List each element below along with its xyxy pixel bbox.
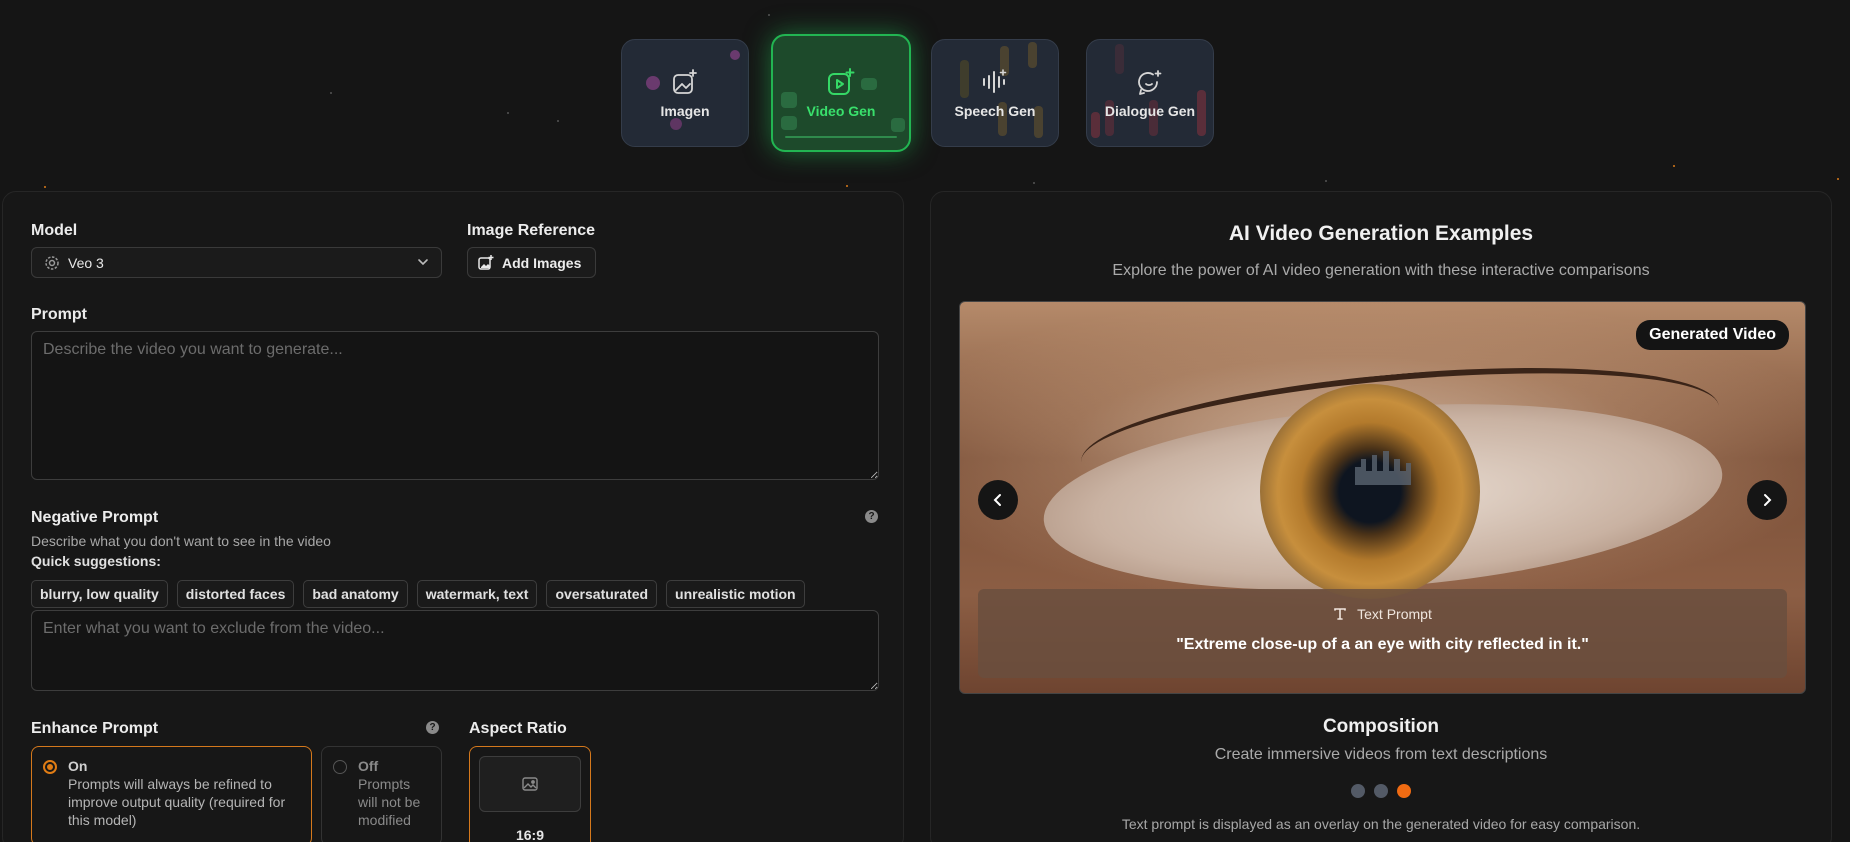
quick-suggestions-label: Quick suggestions: [31, 553, 161, 569]
image-icon [522, 777, 538, 791]
comparison-note: Text prompt is displayed as an overlay o… [1121, 816, 1641, 832]
negative-prompt-input[interactable] [31, 610, 879, 691]
tab-video-gen[interactable]: Video Gen [771, 34, 911, 152]
image-reference-label: Image Reference [467, 222, 596, 239]
progress-line [785, 136, 897, 138]
help-icon[interactable]: ? [865, 510, 878, 523]
radio-selected [43, 760, 57, 774]
decoration [1197, 90, 1206, 136]
background-star [557, 120, 559, 122]
background-star [1837, 178, 1839, 180]
iris [1260, 384, 1480, 599]
examples-panel: AI Video Generation Examples Explore the… [930, 191, 1832, 842]
prompt-overlay: Text Prompt "Extreme close-up of a an ey… [978, 589, 1787, 678]
generated-video-badge: Generated Video [1636, 320, 1789, 350]
chevron-down-icon [417, 255, 429, 271]
tab-label: Imagen [660, 103, 710, 119]
tab-label: Dialogue Gen [1104, 103, 1196, 119]
image-sparkle-icon [670, 67, 700, 97]
chevron-left-icon [991, 493, 1005, 507]
enhance-prompt-label: Enhance Prompt [31, 720, 159, 737]
suggestion-chip[interactable]: bad anatomy [303, 580, 408, 608]
examples-title: AI Video Generation Examples [1228, 222, 1534, 245]
chat-sparkle-icon [1135, 67, 1165, 97]
suggestion-chips: blurry, low quality distorted faces bad … [31, 580, 805, 608]
model-value: Veo 3 [68, 254, 104, 271]
option-title: Off [358, 758, 379, 774]
decoration [1115, 44, 1124, 74]
negative-prompt-label: Negative Prompt [31, 509, 159, 526]
tab-imagen[interactable]: Imagen [621, 39, 749, 147]
decoration [861, 78, 877, 90]
decoration [1028, 42, 1037, 68]
prompt-label: Prompt [31, 306, 87, 323]
background-star [507, 112, 509, 114]
prompt-type-label: Text Prompt [1357, 606, 1432, 622]
tab-speech-gen[interactable]: Speech Gen [931, 39, 1059, 147]
next-slide-button[interactable] [1747, 480, 1787, 520]
add-images-label: Add Images [502, 254, 582, 271]
decoration [960, 60, 969, 98]
decoration [781, 92, 797, 108]
caption-subtitle: Create immersive videos from text descri… [1214, 746, 1548, 763]
negative-prompt-description: Describe what you don't want to see in t… [31, 533, 331, 549]
gear-icon [44, 255, 60, 271]
suggestion-chip[interactable]: oversaturated [546, 580, 658, 608]
model-label: Model [31, 222, 78, 239]
option-description: Prompts will not be modified [358, 776, 421, 828]
slide-dot[interactable] [1374, 784, 1388, 798]
tab-label: Video Gen [806, 103, 876, 119]
aspect-ratio-option[interactable]: 16:9 [469, 746, 591, 842]
suggestion-chip[interactable]: blurry, low quality [31, 580, 168, 608]
prompt-type: Text Prompt [978, 606, 1787, 622]
add-images-button[interactable]: Add Images [467, 247, 596, 278]
video-sparkle-icon [826, 67, 856, 97]
tab-dialogue-gen[interactable]: Dialogue Gen [1086, 39, 1214, 147]
tab-label: Speech Gen [954, 103, 1036, 119]
decoration [646, 76, 660, 90]
option-title: On [68, 758, 88, 774]
examples-subtitle: Explore the power of AI video generation… [1112, 262, 1650, 279]
slide-dot-active[interactable] [1397, 784, 1411, 798]
aspect-ratio-label: Aspect Ratio [469, 720, 567, 737]
suggestion-chip[interactable]: distorted faces [176, 580, 295, 608]
slide-dot[interactable] [1351, 784, 1365, 798]
generation-form-panel: Model Veo 3 Image Reference Add Images P… [2, 191, 904, 842]
decoration [1091, 112, 1100, 138]
suggestion-chip[interactable]: unrealistic motion [666, 580, 805, 608]
background-star [44, 186, 46, 188]
background-star [330, 92, 332, 94]
slide-indicators [931, 784, 1831, 798]
aspect-ratio-value: 16:9 [515, 827, 545, 842]
prompt-input[interactable] [31, 331, 879, 480]
text-type-icon [1333, 607, 1347, 621]
caption-title: Composition [1322, 716, 1440, 737]
city-reflection [1355, 451, 1411, 485]
background-star [846, 185, 848, 187]
model-select[interactable]: Veo 3 [31, 247, 442, 278]
prompt-text: "Extreme close-up of a an eye with city … [1176, 636, 1589, 653]
audio-wave-sparkle-icon [980, 67, 1010, 97]
decoration [730, 50, 740, 60]
background-star [1033, 182, 1035, 184]
help-icon[interactable]: ? [426, 721, 439, 734]
background-star [768, 14, 770, 16]
generated-video-preview[interactable]: Generated Video Text Prompt "Extreme clo… [959, 301, 1806, 694]
decoration [891, 118, 905, 132]
decoration [670, 118, 682, 130]
background-star [1673, 165, 1675, 167]
suggestion-chip[interactable]: watermark, text [416, 580, 538, 608]
aspect-preview [479, 756, 581, 812]
option-description: Prompts will always be refined to improv… [68, 776, 286, 828]
chevron-right-icon [1760, 493, 1774, 507]
radio-unselected [333, 760, 347, 774]
decoration [781, 116, 797, 130]
image-add-icon [478, 254, 494, 271]
previous-slide-button[interactable] [978, 480, 1018, 520]
enhance-on-option[interactable]: On Prompts will always be refined to imp… [31, 746, 312, 842]
enhance-off-option[interactable]: Off Prompts will not be modified [321, 746, 442, 842]
background-star [1325, 180, 1327, 182]
